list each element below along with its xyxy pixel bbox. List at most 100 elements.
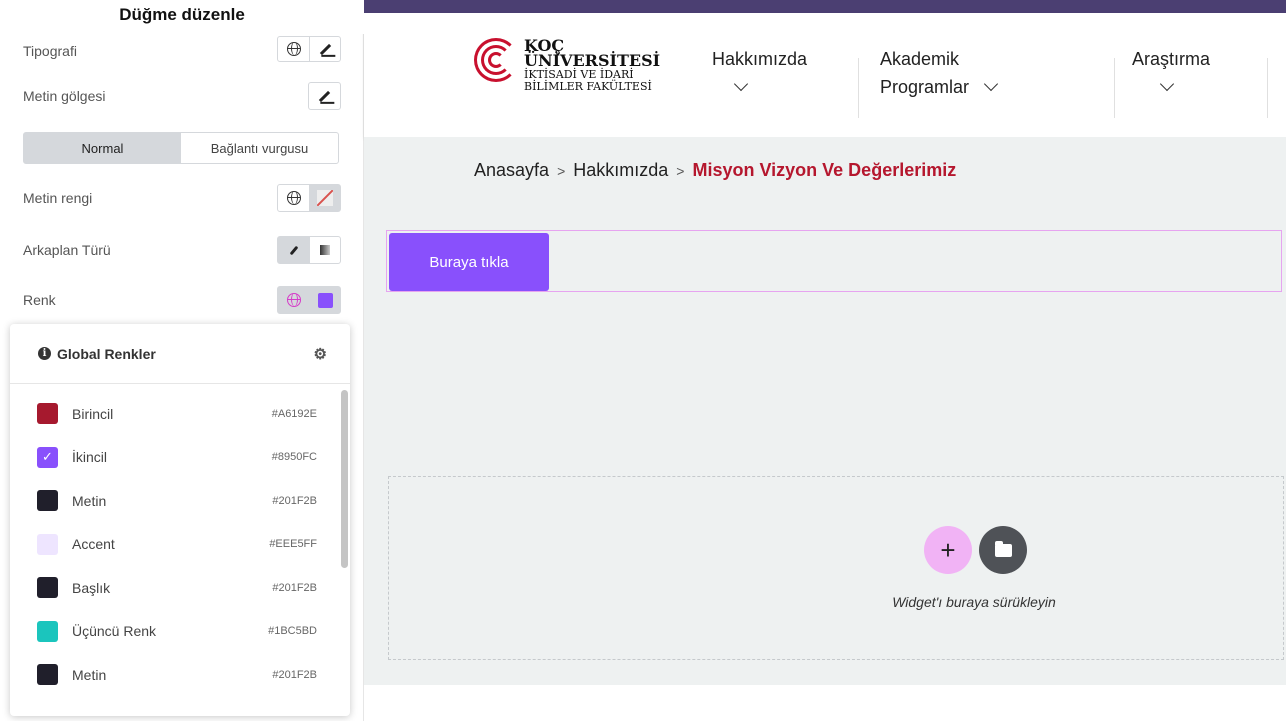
color-list: Birincil #A6192E ✓ İkincil #8950FC Metin #201F… — [10, 392, 340, 697]
text-color-label: Metin rengi — [23, 190, 93, 206]
pencil-icon — [319, 43, 331, 55]
color-swatch — [37, 403, 58, 425]
gradient-icon[interactable] — [309, 237, 340, 263]
color-swatch — [37, 664, 58, 686]
popover-title: Global Renkler — [57, 345, 156, 362]
nav-divider — [1114, 58, 1115, 118]
nav-akademik-label: Akademik — [880, 49, 960, 69]
koc-logo-icon — [474, 38, 520, 82]
color-swatch — [37, 577, 58, 599]
typography-controls — [277, 36, 341, 62]
add-widget-button[interactable]: + — [924, 526, 972, 574]
global-color-name: İkincil — [72, 449, 108, 466]
chevron-right-icon: > — [676, 163, 685, 179]
template-library-button[interactable] — [979, 526, 1027, 574]
typography-label: Tipografi — [23, 43, 77, 59]
global-color-hex: #201F2B — [272, 581, 317, 594]
chevron-down-icon — [733, 76, 749, 92]
folder-icon — [994, 540, 1012, 557]
global-color-name: Birincil — [72, 405, 114, 422]
global-color-name: Başlık — [72, 579, 111, 596]
global-color-item[interactable]: Accent #EEE5FF — [10, 523, 340, 567]
tab-normal[interactable]: Normal — [24, 133, 181, 163]
color-row: Renk — [23, 286, 341, 314]
global-color-hex: #1BC5BD — [268, 625, 317, 638]
color-swatch — [37, 533, 58, 555]
global-color-item[interactable]: Birincil #A6192E — [10, 392, 340, 436]
global-color-name: Metin — [72, 492, 107, 509]
global-color-item[interactable]: ✓ İkincil #8950FC — [10, 436, 340, 480]
tab-hover[interactable]: Bağlantı vurgusu — [181, 133, 338, 163]
site-header: KOÇ ÜNİVERSİTESİ İKTİSADİ VE İDARİ BİLİM… — [364, 13, 1286, 137]
brush-icon[interactable] — [278, 237, 309, 263]
nav-hakkimizda-label: Hakkımızda — [712, 49, 808, 69]
global-color-name: Metin — [72, 666, 107, 683]
logo-line4: BİLİMLER FAKÜLTESİ — [524, 80, 652, 93]
preview-area: KOÇ ÜNİVERSİTESİ İKTİSADİ VE İDARİ BİLİM… — [364, 0, 1286, 721]
global-color-hex: #201F2B — [272, 494, 317, 507]
scrollbar[interactable] — [341, 390, 348, 568]
clear-color-swatch[interactable] — [309, 185, 340, 211]
editor-panel: Düğme düzenle Tipografi Metin gölgesi No… — [0, 0, 364, 721]
popover-header: i Global Renkler ⚙ — [10, 324, 350, 384]
breadcrumb-parent[interactable]: Hakkımızda — [573, 160, 668, 180]
global-color-name: Üçüncü Renk — [72, 623, 157, 640]
cta-button[interactable]: Buraya tıkla — [389, 233, 549, 291]
widget-dropzone[interactable] — [388, 476, 1284, 660]
globe-icon[interactable] — [278, 36, 309, 62]
edit-text-shadow-button[interactable] — [309, 83, 340, 109]
global-color-item[interactable]: Metin #201F2B — [10, 653, 340, 697]
chevron-down-icon — [1159, 76, 1175, 92]
text-shadow-controls — [308, 82, 341, 110]
color-controls — [277, 286, 341, 314]
global-color-item[interactable]: Metin #201F2B — [10, 479, 340, 523]
text-shadow-row: Metin gölgesi — [23, 82, 341, 110]
plus-icon: + — [940, 534, 956, 565]
breadcrumb-current: Misyon Vizyon Ve Değerlerimiz — [692, 160, 957, 180]
nav-hakkimizda[interactable]: Hakkımızda — [712, 45, 807, 101]
typography-row: Tipografi — [23, 36, 341, 62]
global-colors-popover: i Global Renkler ⚙ Birincil #A6192E ✓ İkinc… — [10, 324, 350, 716]
dropzone-hint: Widget'ı buraya sürükleyin — [892, 594, 1056, 610]
color-swatch — [37, 620, 58, 642]
global-color-item[interactable]: Üçüncü Renk #1BC5BD — [10, 610, 340, 654]
breadcrumb-home[interactable]: Anasayfa — [474, 160, 549, 180]
background-type-label: Arkaplan Türü — [23, 242, 111, 258]
checked-swatch: ✓ — [37, 446, 58, 468]
breadcrumb: Anasayfa > Hakkımızda > Misyon Vizyon Ve Değ… — [474, 160, 956, 181]
logo-line2: ÜNİVERSİTESİ — [524, 51, 661, 70]
text-shadow-label: Metin gölgesi — [23, 88, 106, 104]
globe-icon[interactable] — [278, 287, 309, 313]
global-color-hex: #201F2B — [272, 668, 317, 681]
chevron-down-icon — [983, 76, 999, 92]
global-color-item[interactable]: Başlık #201F2B — [10, 566, 340, 610]
state-tabs: Normal Bağlantı vurgusu — [23, 132, 339, 164]
background-type-controls — [277, 236, 341, 264]
nav-arastirma-label: Araştırma — [1132, 49, 1211, 69]
nav-akademik-programlar[interactable]: Akademik Programlar — [880, 45, 999, 101]
logo-text: KOÇ ÜNİVERSİTESİ İKTİSADİ VE İDARİ BİLİM… — [524, 38, 660, 93]
nav-programlar-label: Programlar — [880, 77, 970, 97]
color-swatch — [37, 490, 58, 512]
text-color-controls — [277, 184, 341, 212]
global-color-hex: #8950FC — [271, 451, 317, 464]
site-topbar — [364, 0, 1286, 13]
chevron-right-icon: > — [557, 163, 566, 179]
button-widget-section[interactable]: Buraya tıkla — [386, 230, 1282, 292]
global-color-name: Accent — [72, 536, 115, 553]
panel-title: Düğme düzenle — [0, 0, 364, 34]
page-bottom — [364, 685, 1286, 721]
global-color-hex: #EEE5FF — [269, 538, 317, 551]
background-type-row: Arkaplan Türü — [23, 236, 341, 264]
nav-arastirma[interactable]: Araştırma — [1132, 45, 1210, 101]
nav-divider — [858, 58, 859, 118]
color-swatch[interactable] — [309, 287, 340, 313]
text-color-row: Metin rengi — [23, 184, 341, 212]
global-color-hex: #A6192E — [271, 407, 317, 420]
pencil-icon — [318, 90, 331, 102]
site-logo[interactable]: KOÇ ÜNİVERSİTESİ İKTİSADİ VE İDARİ BİLİM… — [474, 38, 660, 93]
globe-icon[interactable] — [278, 185, 309, 211]
gear-icon[interactable]: ⚙ — [314, 345, 327, 363]
edit-typography-button[interactable] — [309, 36, 340, 62]
nav-divider — [1267, 58, 1268, 118]
